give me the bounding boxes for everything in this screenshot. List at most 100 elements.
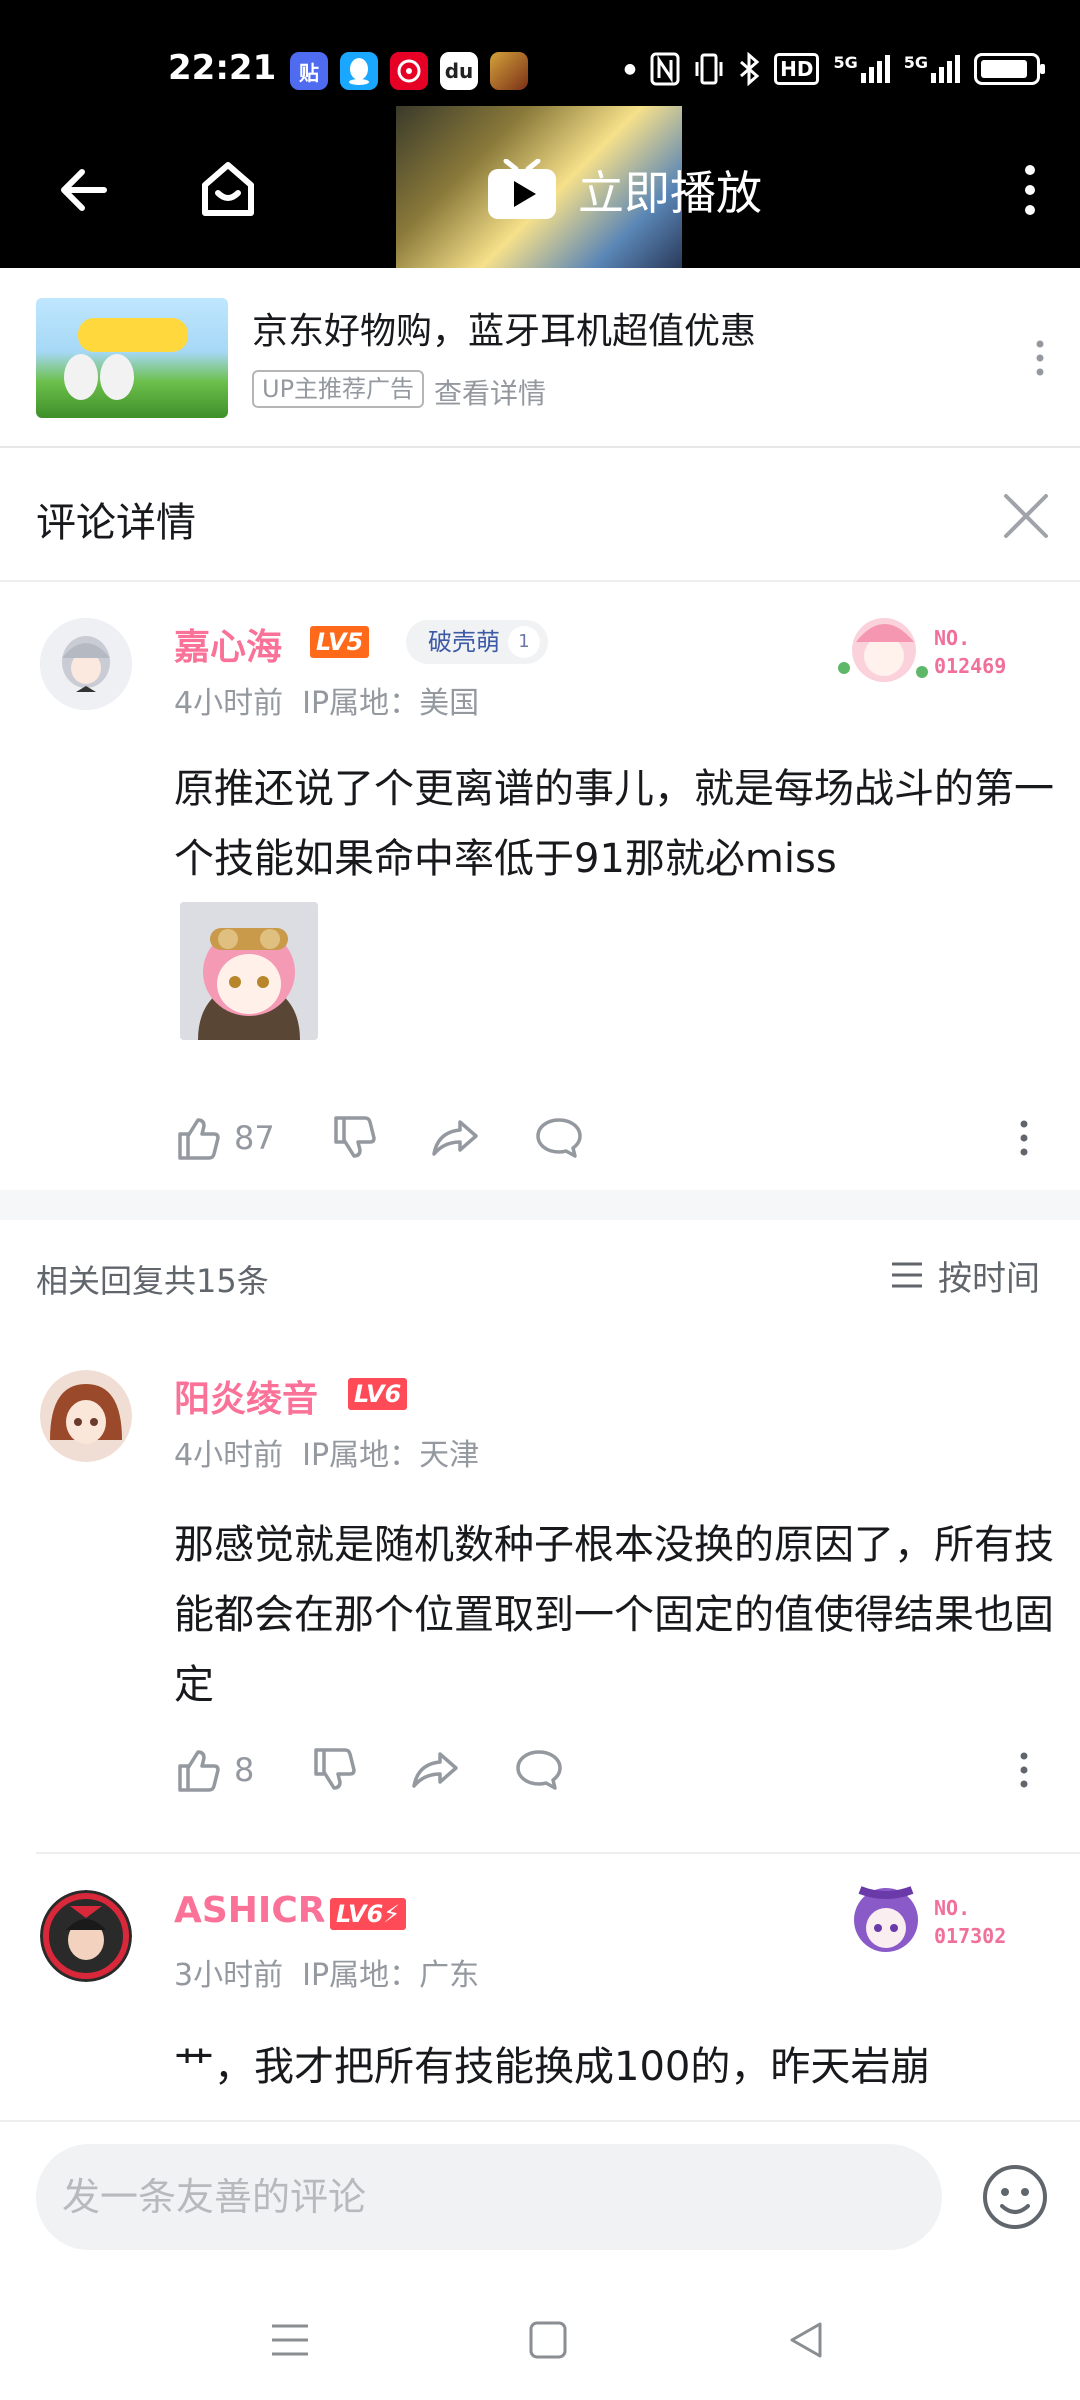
more-vertical-icon	[1036, 340, 1044, 376]
comment-input[interactable]: 发一条友善的评论	[36, 2144, 942, 2250]
5g-signal-icon-2: 5G	[904, 55, 960, 83]
level-badge: LV5	[310, 626, 370, 658]
dot-icon: ●	[623, 61, 637, 77]
dislike-button[interactable]	[330, 1108, 378, 1168]
comment-time: 3小时前	[174, 1958, 284, 1993]
ad-banner[interactable]: 京东好物购，蓝牙耳机超值优惠 UP主推荐广告 查看详情	[0, 268, 1080, 448]
fan-medal-label: 破壳萌	[428, 628, 500, 656]
back-nav-button[interactable]	[776, 2310, 836, 2370]
username[interactable]: ASHICR	[174, 1890, 325, 1931]
bluetooth-icon	[740, 52, 760, 86]
close-icon	[1004, 494, 1048, 538]
more-options-button[interactable]	[990, 150, 1070, 230]
share-button[interactable]	[410, 1740, 460, 1800]
comment-text: 那感觉就是随机数种子根本没换的原因了，所有技能都会在那个位置取到一个固定的值使得…	[174, 1522, 1054, 1708]
top-bar: 22:21 贴 du ● HD 5G 5G 立即播放	[0, 0, 1080, 268]
comment-actions: 8	[174, 1740, 1054, 1800]
avatar[interactable]	[40, 618, 132, 710]
main-comment: 嘉心海 LV5 破壳萌 1 NO. 012469 4小时前 IP属地：美国 原推…	[0, 582, 1080, 1190]
comment-actions: 87	[174, 1108, 1054, 1168]
share-icon	[412, 1752, 458, 1788]
comment-text: 原推还说了个更离谱的事儿，就是每场战斗的第一个技能如果命中率低于91那就必mis…	[174, 766, 1054, 882]
system-indicators: ● HD 5G 5G	[623, 52, 1045, 86]
emoji-icon	[983, 2165, 1047, 2229]
reply-item: ASHICR LV6⚡ NO. 017302 3小时前 IP属地：广东 艹，我才…	[0, 1854, 1080, 2120]
fan-number: NO. 012469	[934, 626, 1007, 678]
fan-medal[interactable]: 破壳萌 1	[406, 620, 548, 664]
menu-icon	[272, 2324, 308, 2356]
close-button[interactable]	[994, 484, 1058, 548]
play-now-button[interactable]: 立即播放	[486, 150, 762, 230]
reply-button[interactable]	[514, 1740, 564, 1800]
page-title: 评论详情	[36, 500, 196, 546]
back-button[interactable]	[44, 150, 124, 230]
comment-icon	[536, 1118, 582, 1158]
comment-more-button[interactable]	[994, 1108, 1054, 1168]
comment-input-bar: 发一条友善的评论	[0, 2120, 1080, 2270]
fan-card[interactable]: NO. 017302	[830, 1876, 1040, 1966]
sort-button[interactable]: 按时间	[890, 1250, 1040, 1300]
fan-medal-level: 1	[508, 626, 540, 658]
level-badge: LV6⚡	[330, 1898, 407, 1930]
thumbs-up-icon	[178, 1118, 220, 1160]
ad-more-button[interactable]	[1010, 318, 1070, 398]
comment-icon	[516, 1750, 562, 1790]
comment-meta: 4小时前 IP属地：天津	[174, 1430, 479, 1474]
username[interactable]: 阳炎绫音	[174, 1370, 318, 1422]
like-count: 87	[234, 1119, 275, 1157]
fan-card-avatar-icon	[854, 1886, 918, 1952]
more-vertical-icon	[1025, 165, 1035, 215]
comment-location: IP属地：天津	[302, 1438, 480, 1473]
triangle-back-icon	[790, 2322, 822, 2358]
tieba-icon: 贴	[290, 52, 328, 90]
comment-detail-header: 评论详情	[0, 448, 1080, 582]
reply-button[interactable]	[534, 1108, 584, 1168]
share-button[interactable]	[430, 1108, 480, 1168]
comment-time: 4小时前	[174, 1438, 284, 1473]
reply-item: 阳炎绫音 LV6 4小时前 IP属地：天津 那感觉就是随机数种子根本没换的原因了…	[0, 1340, 1080, 1850]
ad-image	[36, 298, 228, 418]
avatar[interactable]	[40, 1370, 132, 1462]
qq-icon	[340, 52, 378, 90]
5g-signal-icon: 5G	[833, 55, 890, 83]
system-navigation-bar	[0, 2270, 1080, 2400]
game-icon	[490, 52, 528, 90]
comment-meta: 4小时前 IP属地：美国	[174, 678, 479, 722]
recent-apps-button[interactable]	[260, 2310, 320, 2370]
comment-more-button[interactable]	[994, 1740, 1054, 1800]
fan-number: NO. 017302	[934, 1896, 1007, 1948]
battery-icon	[974, 53, 1045, 85]
thumbs-down-icon	[314, 1748, 356, 1790]
comment-location: IP属地：广东	[302, 1958, 480, 1993]
fan-card[interactable]: NO. 012469	[830, 606, 1040, 696]
play-now-label: 立即播放	[578, 166, 762, 220]
like-count: 8	[234, 1751, 255, 1789]
comment-text: 艹，我才把所有技能换成100的，昨天岩崩	[174, 2044, 931, 2090]
more-vertical-icon	[1020, 1752, 1028, 1788]
status-bar: 22:21 贴 du ● HD 5G 5G	[0, 0, 1080, 110]
like-button[interactable]: 87	[174, 1108, 275, 1168]
share-icon	[432, 1120, 478, 1156]
sticker-image[interactable]	[180, 902, 318, 1040]
hd-icon: HD	[774, 53, 820, 85]
ad-title: 京东好物购，蓝牙耳机超值优惠	[252, 311, 757, 352]
comment-time: 4小时前	[174, 686, 284, 721]
username[interactable]: 嘉心海	[174, 618, 282, 670]
thumbs-up-icon	[178, 1750, 220, 1792]
comment-meta: 3小时前 IP属地：广东	[174, 1950, 479, 1994]
tv-play-icon	[488, 159, 556, 219]
ad-details-link[interactable]: 查看详情	[434, 372, 546, 412]
notification-icons: 贴 du	[290, 52, 528, 90]
emoji-button[interactable]	[980, 2162, 1050, 2232]
replies-count: 相关回复共15条	[36, 1262, 269, 1300]
level-badge: LV6	[348, 1378, 408, 1410]
avatar[interactable]	[40, 1890, 132, 1982]
dislike-button[interactable]	[310, 1740, 358, 1800]
home-nav-button[interactable]	[518, 2310, 578, 2370]
square-icon	[529, 2321, 567, 2359]
section-divider	[0, 1190, 1080, 1220]
nfc-icon	[650, 52, 680, 86]
arrow-left-icon	[61, 169, 107, 211]
like-button[interactable]: 8	[174, 1740, 254, 1800]
home-button[interactable]	[188, 150, 268, 230]
